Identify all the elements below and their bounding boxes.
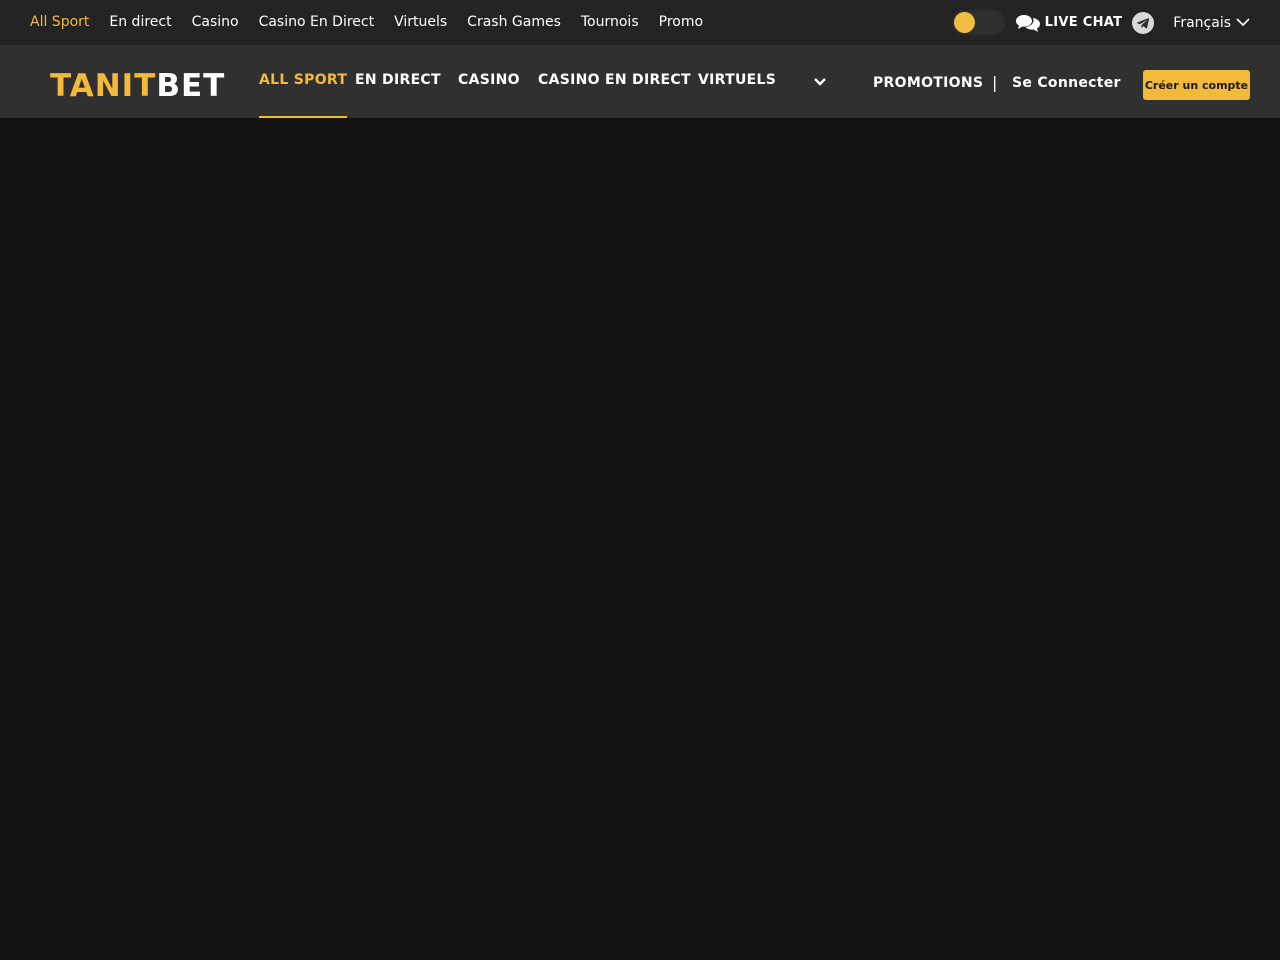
chevron-down-icon[interactable] bbox=[813, 76, 827, 88]
main-header: TANIT BET ALL SPORT EN DIRECT CASINO CASI… bbox=[0, 45, 1280, 118]
telegram-icon[interactable] bbox=[1132, 11, 1155, 34]
logo-text-bet: BET bbox=[156, 68, 226, 104]
main-nav-en-direct[interactable]: EN DIRECT bbox=[355, 45, 441, 118]
top-nav-casino-en-direct[interactable]: Casino En Direct bbox=[259, 0, 375, 45]
main-content bbox=[0, 118, 1280, 960]
create-account-button[interactable]: Créer un compte bbox=[1143, 70, 1250, 100]
language-selector[interactable]: Français bbox=[1173, 15, 1250, 31]
top-bar: All Sport En direct Casino Casino En Dir… bbox=[0, 0, 1280, 45]
tanitbet-logo[interactable]: TANIT BET bbox=[50, 68, 226, 104]
theme-toggle-knob bbox=[953, 12, 975, 33]
top-bar-utilities: LIVE CHAT Français bbox=[950, 0, 1250, 45]
theme-toggle[interactable] bbox=[950, 9, 1006, 36]
login-link[interactable]: Se Connecter bbox=[1012, 75, 1121, 91]
top-nav-crash-games[interactable]: Crash Games bbox=[467, 0, 561, 45]
live-chat-label: LIVE CHAT bbox=[1044, 15, 1123, 30]
top-nav-promo[interactable]: Promo bbox=[659, 0, 703, 45]
chat-bubbles-icon bbox=[1015, 14, 1040, 32]
top-nav-casino[interactable]: Casino bbox=[192, 0, 239, 45]
top-nav-tournois[interactable]: Tournois bbox=[581, 0, 639, 45]
main-nav-virtuels[interactable]: VIRTUELS bbox=[698, 45, 776, 118]
top-nav: All Sport En direct Casino Casino En Dir… bbox=[30, 0, 723, 45]
main-nav-casino[interactable]: CASINO bbox=[458, 45, 520, 118]
logo-text-tanit: TANIT bbox=[50, 68, 157, 104]
main-nav-all-sport[interactable]: ALL SPORT bbox=[259, 45, 348, 118]
language-label: Français bbox=[1173, 14, 1231, 31]
promotions-link[interactable]: PROMOTIONS bbox=[873, 75, 983, 91]
header-separator: | bbox=[992, 73, 998, 92]
top-nav-all-sport[interactable]: All Sport bbox=[30, 0, 89, 45]
live-chat-button[interactable]: LIVE CHAT bbox=[1015, 13, 1123, 33]
chevron-down-icon bbox=[1236, 18, 1250, 27]
main-nav-casino-en-direct[interactable]: CASINO EN DIRECT bbox=[538, 45, 691, 118]
top-nav-virtuels[interactable]: Virtuels bbox=[394, 0, 447, 45]
top-nav-en-direct[interactable]: En direct bbox=[109, 0, 171, 45]
